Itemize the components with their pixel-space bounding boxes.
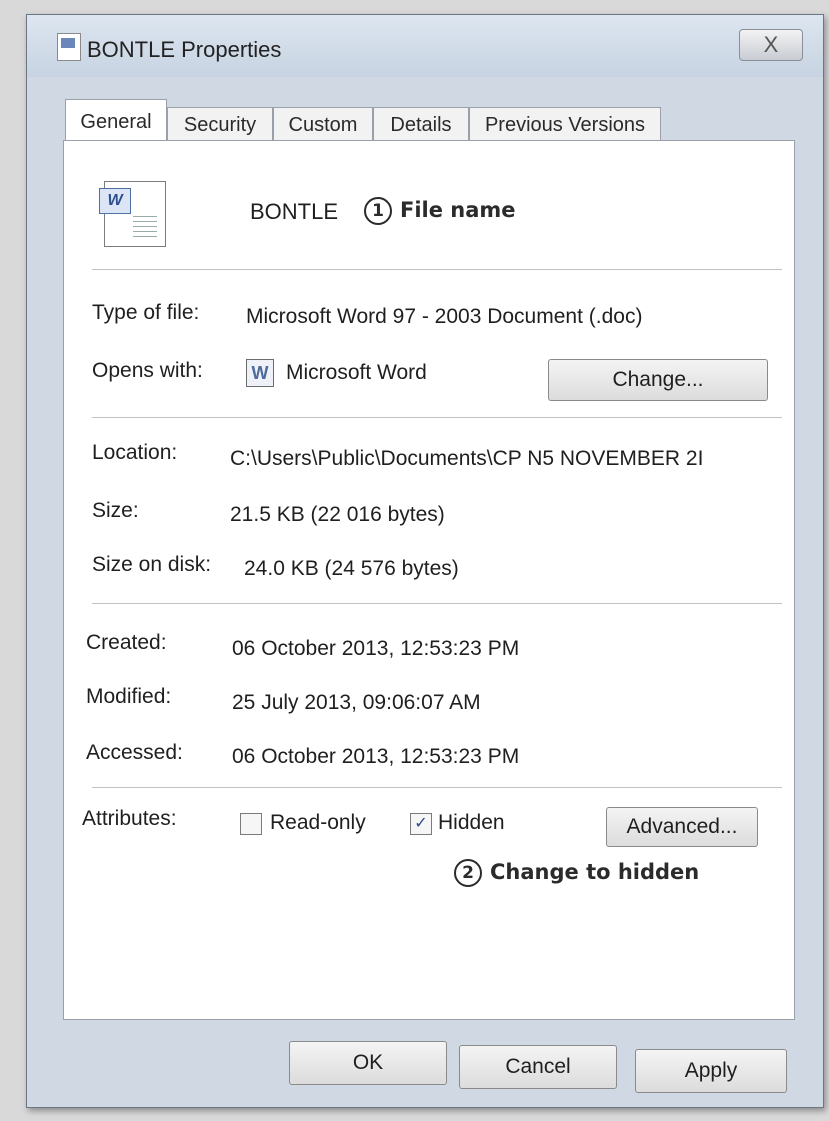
change-button[interactable]: Change...: [548, 359, 768, 401]
ok-button[interactable]: OK: [289, 1041, 447, 1085]
tab-general[interactable]: General: [65, 99, 167, 142]
divider: [92, 417, 782, 418]
advanced-button[interactable]: Advanced...: [606, 807, 758, 847]
tab-previous-versions[interactable]: Previous Versions: [469, 107, 661, 142]
modified-label: Modified:: [86, 685, 172, 708]
microsoft-word-icon: W: [246, 359, 274, 387]
callout-text: File name: [400, 198, 516, 222]
callout-text: Change to hidden: [490, 860, 700, 884]
tab-details[interactable]: Details: [373, 107, 469, 142]
opens-label: Opens with:: [92, 359, 203, 382]
tab-security[interactable]: Security: [167, 107, 273, 142]
title-bar: BONTLE Properties X: [27, 15, 823, 77]
opens-value: Microsoft Word: [286, 361, 427, 384]
apply-button[interactable]: Apply: [635, 1049, 787, 1093]
hidden-label: Hidden: [438, 811, 505, 834]
close-button[interactable]: X: [739, 29, 803, 61]
location-label: Location:: [92, 441, 178, 464]
size-value: 21.5 KB (22 016 bytes): [230, 503, 445, 526]
size-on-disk-label: Size on disk:: [92, 553, 212, 576]
hidden-callout: 2 Change to hidden: [454, 859, 699, 887]
file-name-callout: 1 File name: [364, 197, 516, 225]
readonly-checkbox[interactable]: [240, 813, 262, 835]
file-name: BONTLE: [250, 199, 339, 224]
document-icon: [57, 33, 81, 61]
created-value: 06 October 2013, 12:53:23 PM: [232, 637, 520, 660]
tab-bar: General Security Custom Details Previous…: [65, 99, 785, 142]
size-label: Size:: [92, 499, 139, 522]
word-document-icon: W: [99, 181, 166, 247]
callout-number: 2: [454, 859, 482, 887]
general-panel: W BONTLE 1 File name Type of file: Micros…: [63, 140, 795, 1020]
divider: [92, 603, 782, 604]
callout-number: 1: [364, 197, 392, 225]
accessed-value: 06 October 2013, 12:53:23 PM: [232, 745, 520, 768]
type-label: Type of file:: [92, 301, 200, 324]
location-value: C:\Users\Public\Documents\CP N5 NOVEMBER…: [230, 447, 704, 470]
modified-value: 25 July 2013, 09:06:07 AM: [232, 691, 481, 714]
cancel-button[interactable]: Cancel: [459, 1045, 617, 1089]
tab-custom[interactable]: Custom: [273, 107, 373, 142]
type-value: Microsoft Word 97 - 2003 Document (.doc): [246, 305, 643, 328]
attributes-label: Attributes:: [82, 807, 177, 830]
created-label: Created:: [86, 631, 167, 654]
window-title: BONTLE Properties: [87, 37, 282, 62]
size-on-disk-value: 24.0 KB (24 576 bytes): [244, 557, 459, 580]
properties-dialog: BONTLE Properties X General Security Cus…: [26, 14, 824, 1108]
divider: [92, 787, 782, 788]
accessed-label: Accessed:: [86, 741, 183, 764]
readonly-label: Read-only: [270, 811, 366, 834]
hidden-checkbox[interactable]: ✓: [410, 813, 432, 835]
divider: [92, 269, 782, 270]
